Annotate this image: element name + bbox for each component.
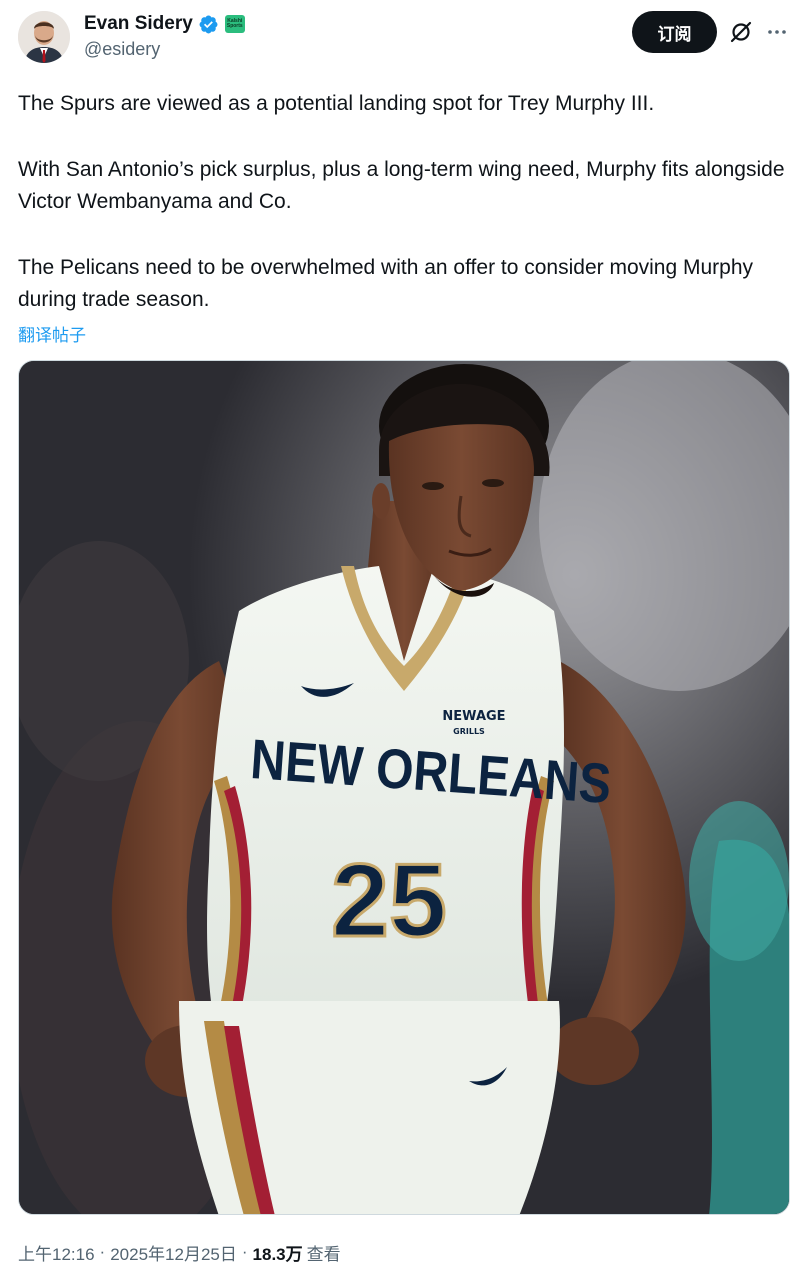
more-options-icon[interactable]	[765, 20, 789, 44]
avatar-image	[18, 11, 70, 63]
author-display-name[interactable]: Evan Sidery	[84, 13, 193, 35]
tweet-paragraph: With San Antonio’s pick surplus, plus a …	[18, 157, 785, 214]
author-name-row: Evan Sidery Kalshi Sports	[84, 12, 245, 36]
jersey-sponsor-top: NEWAGE	[442, 709, 505, 724]
author-avatar[interactable]	[18, 11, 70, 63]
jersey-sponsor-bottom: GRILLS	[453, 727, 485, 736]
subscribe-button[interactable]: 订阅	[632, 11, 717, 53]
verified-badge-icon[interactable]	[198, 14, 219, 35]
tweet-meta: 上午12:16 · 2025年12月25日 · 18.3万 查看	[18, 1240, 341, 1264]
tweet-date[interactable]: 2025年12月25日	[110, 1240, 237, 1265]
translate-post-link[interactable]: 翻译帖子	[18, 321, 86, 346]
meta-separator: ·	[99, 1242, 106, 1261]
player-photo: NEWAGE GRILLS NEW ORLEANS 25	[19, 361, 789, 1214]
org-affiliation-badge[interactable]: Kalshi Sports	[224, 15, 245, 33]
tweet-time[interactable]: 上午12:16	[18, 1240, 95, 1265]
views-label: 查看	[306, 1244, 341, 1264]
tweet-paragraph: The Spurs are viewed as a potential land…	[18, 92, 655, 115]
author-handle[interactable]: @esidery	[84, 39, 160, 60]
tweet-text: The Spurs are viewed as a potential land…	[18, 88, 798, 317]
views-count[interactable]: 18.3万	[253, 1240, 303, 1265]
grok-icon[interactable]	[729, 20, 753, 44]
tweet-media-photo[interactable]: NEWAGE GRILLS NEW ORLEANS 25	[18, 360, 790, 1215]
meta-separator: ·	[241, 1242, 248, 1261]
tweet-paragraph: The Pelicans need to be overwhelmed with…	[18, 255, 754, 312]
jersey-number: 25	[331, 843, 447, 959]
tweet-header: Evan Sidery Kalshi Sports @esidery 订阅	[0, 0, 804, 70]
